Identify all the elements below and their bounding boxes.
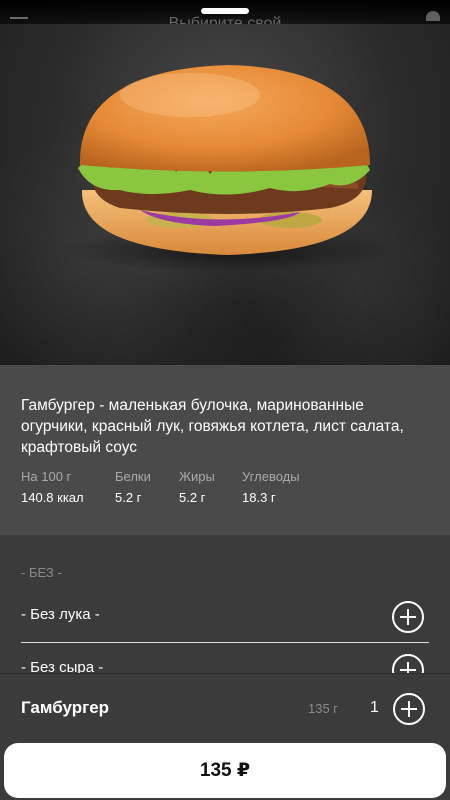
page-title: Выбирите свой [168, 15, 282, 24]
plus-icon[interactable] [392, 654, 424, 673]
option-row-no-cheese[interactable]: - Без сыра - [21, 645, 429, 673]
option-row-no-onion[interactable]: - Без лука - [21, 592, 429, 642]
cart-summary-bar: Гамбургер 135 г 1 [0, 673, 450, 744]
product-info: Гамбургер - маленькая булочка, маринован… [0, 365, 450, 535]
nutrition-protein: Белки 5.2 г [115, 469, 151, 505]
plus-icon[interactable] [393, 693, 425, 725]
nutrition-label: Углеводы [242, 469, 300, 484]
product-description: Гамбургер - маленькая булочка, маринован… [21, 397, 404, 456]
menu-icon[interactable] [10, 17, 28, 19]
product-image: Выбирите свой [0, 0, 450, 365]
plus-icon[interactable] [392, 601, 424, 633]
burger-illustration [58, 65, 398, 272]
product-weight: 135 г [308, 701, 339, 716]
options-section: - БЕЗ - - Без лука - - Без сыра - [0, 535, 450, 673]
nutrition-label: Белки [115, 469, 151, 484]
nutrition-value: 18.3 г [242, 490, 276, 505]
nutrition-label: На 100 г [21, 469, 72, 484]
sheet-handle[interactable] [201, 8, 249, 14]
nutrition-label: Жиры [179, 469, 215, 484]
quantity-value: 1 [370, 699, 379, 716]
option-label: - Без сыра - [21, 659, 104, 673]
nutrition-value: 5.2 г [179, 490, 206, 505]
option-label: - Без лука - [21, 606, 100, 623]
nutrition-fat: Жиры 5.2 г [179, 469, 215, 505]
order-button[interactable]: 135 ₽ [4, 743, 446, 798]
nutrition-value: 5.2 г [115, 490, 142, 505]
options-section-title: - БЕЗ - [21, 565, 62, 580]
product-name: Гамбургер [21, 698, 110, 717]
nutrition-calories: На 100 г 140.8 ккал [21, 469, 84, 505]
option-divider [21, 642, 429, 643]
cart-icon[interactable] [426, 11, 440, 21]
order-area: 135 ₽ [0, 743, 450, 800]
nutrition-carbs: Углеводы 18.3 г [242, 469, 300, 505]
nutrition-value: 140.8 ккал [21, 490, 84, 505]
